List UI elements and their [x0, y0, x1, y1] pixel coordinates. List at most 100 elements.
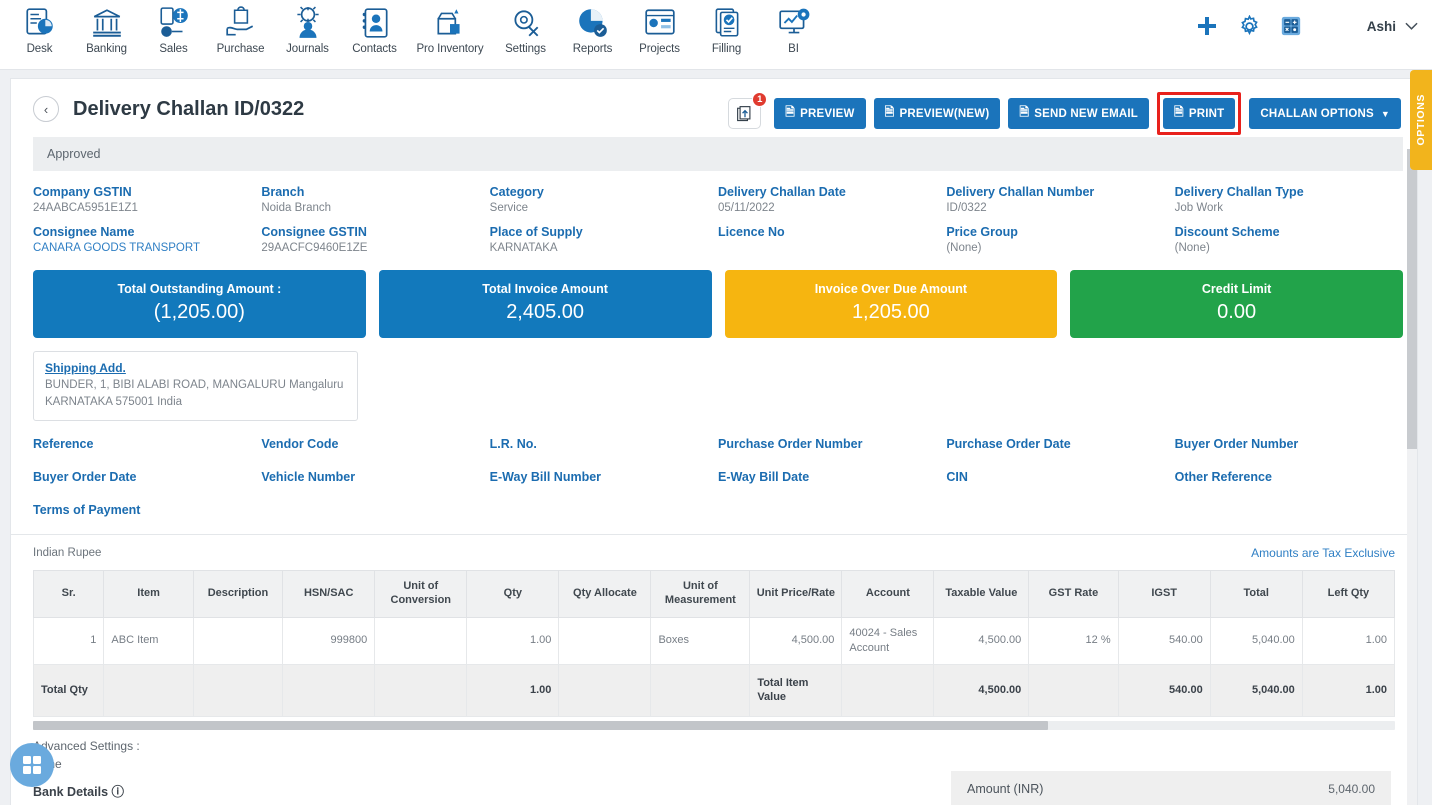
table-row: 1 ABC Item 999800 1.00 Boxes 4,500.00 40… [32, 616, 1396, 665]
col-left-qty[interactable]: Left Qty [1301, 570, 1396, 618]
nav-item-sales[interactable]: Sales [140, 4, 207, 55]
col-qty-allocate[interactable]: Qty Allocate [558, 570, 652, 618]
field-eway-bill-date: E-Way Bill Date [717, 470, 810, 485]
field-vehicle-number: Vehicle Number [261, 470, 356, 485]
col-unit-price-rate[interactable]: Unit Price/Rate [749, 570, 843, 618]
cell-unit-of-conversion [374, 616, 468, 665]
field-label: Discount Scheme [1174, 225, 1280, 239]
info-icon[interactable]: ⓘ [112, 785, 125, 799]
field-label: Delivery Challan Date [717, 185, 846, 199]
reference-fields-grid: Reference Vendor Code L.R. No. Purchase … [11, 421, 1417, 517]
challan-options-button[interactable]: CHALLAN OPTIONS ▼ [1249, 98, 1401, 129]
card-value: 2,405.00 [506, 301, 585, 323]
attachment-button[interactable]: 1 [728, 92, 768, 129]
col-unit-of-measurement[interactable]: Unit of Measurement [650, 570, 751, 618]
page-vertical-scrollbar[interactable] [1407, 149, 1417, 805]
card-total-outstanding-amount: Total Outstanding Amount : (1,205.00) [33, 270, 366, 338]
nav-item-journals[interactable]: Journals [274, 4, 341, 55]
caret-down-icon: ▼ [1380, 108, 1390, 119]
back-button[interactable]: ‹ [33, 96, 59, 122]
inventory-icon [437, 9, 460, 35]
col-igst[interactable]: IGST [1117, 570, 1211, 618]
card-total-invoice-amount: Total Invoice Amount 2,405.00 [378, 270, 712, 338]
nav-items: Desk Banking Sales Purchase Journals Con… [0, 0, 827, 55]
nav-item-filling[interactable]: Filling [693, 4, 760, 55]
gear-icon[interactable] [1238, 14, 1261, 38]
page-title: Delivery Challan ID/0322 [73, 97, 305, 120]
user-name: Ashi [1366, 18, 1396, 34]
col-description[interactable]: Description [192, 570, 284, 618]
bi-icon [778, 8, 809, 34]
col-gst-rate[interactable]: GST Rate [1028, 570, 1119, 618]
cell-left-qty: 1.00 [1301, 616, 1396, 665]
nav-label: Purchase [216, 43, 265, 55]
field-value: ID/0322 [946, 202, 987, 214]
scrollbar-thumb[interactable] [1407, 149, 1417, 449]
purchase-icon [225, 6, 253, 36]
bank-details-text: Bank Details [33, 785, 109, 800]
preview-button[interactable]: 🗎 PREVIEW [774, 98, 866, 129]
field-value[interactable]: CANARA GOODS TRANSPORT [33, 242, 261, 254]
cell-sr: 1 [32, 616, 105, 665]
col-account[interactable]: Account [841, 570, 935, 618]
col-qty[interactable]: Qty [466, 570, 560, 618]
bank-icon [92, 9, 121, 37]
nav-item-settings[interactable]: Settings [492, 4, 559, 55]
field-label: Price Group [946, 225, 1018, 239]
nav-label: Settings [505, 43, 546, 55]
total-gst-rate [1028, 663, 1119, 718]
nav-label: Sales [159, 43, 188, 55]
field-buyer-order-date: Buyer Order Date [33, 470, 137, 485]
nav-label: BI [788, 43, 799, 55]
settings-icon [513, 10, 538, 37]
options-side-tab[interactable]: OPTIONS [1410, 70, 1432, 170]
pdf-icon: 🗎 [1019, 105, 1030, 119]
tax-exclusive-note[interactable]: Amounts are Tax Exclusive [1251, 546, 1395, 560]
col-unit-of-conversion[interactable]: Unit of Conversion [374, 570, 468, 618]
cell-unit-of-measurement: Boxes [650, 616, 751, 665]
grid-icon [23, 756, 41, 774]
col-taxable-value[interactable]: Taxable Value [933, 570, 1030, 618]
plus-icon[interactable] [1195, 14, 1219, 38]
advanced-settings-label: Advanced Settings : [33, 739, 140, 754]
col-total[interactable]: Total [1209, 570, 1303, 618]
nav-item-bi[interactable]: BI [760, 4, 827, 55]
journals-icon [296, 6, 319, 38]
nav-item-projects[interactable]: Projects [626, 4, 693, 55]
table-horizontal-scrollbar[interactable] [33, 721, 1395, 731]
items-table: Sr. Item Description HSN/SAC Unit of Con… [32, 570, 1396, 718]
apps-grid-fab[interactable] [10, 743, 54, 787]
nav-item-desk[interactable]: Desk [6, 4, 73, 55]
attachment-badge: 1 [752, 92, 768, 107]
cell-item[interactable]: ABC Item [103, 616, 194, 665]
nav-item-banking[interactable]: Banking [73, 4, 140, 55]
field-purchase-order-number: Purchase Order Number [717, 437, 863, 452]
shipping-address-title[interactable]: Shipping Add. [45, 361, 346, 375]
nav-label: Filling [711, 43, 742, 55]
detail-fields-grid: Company GSTIN 24AABCA5951E1Z1 Branch Noi… [11, 171, 1417, 254]
calculator-icon[interactable] [1280, 15, 1302, 37]
col-hsn-sac[interactable]: HSN/SAC [282, 570, 376, 618]
field-label: Consignee Name [33, 225, 135, 239]
print-button-highlight: 🗎 PRINT [1157, 92, 1242, 135]
send-new-email-button[interactable]: 🗎 SEND NEW EMAIL [1008, 98, 1149, 129]
field-value: Noida Branch [261, 202, 332, 214]
nav-item-reports[interactable]: Reports [559, 4, 626, 55]
nav-item-contacts[interactable]: Contacts [341, 4, 408, 55]
cell-total: 5,040.00 [1209, 616, 1303, 665]
col-item[interactable]: Item [103, 570, 194, 618]
col-sr[interactable]: Sr. [32, 570, 105, 618]
field-delivery-challan-number: Delivery Challan Number ID/0322 [946, 185, 1174, 214]
card-invoice-over-due-amount: Invoice Over Due Amount 1,205.00 [724, 270, 1058, 338]
nav-item-pro-inventory[interactable]: Pro Inventory [408, 4, 492, 55]
shipping-address-line-2: KARNATAKA 575001 India [45, 395, 183, 408]
preview-new-button[interactable]: 🗎 PREVIEW(NEW) [873, 98, 1001, 129]
user-menu[interactable]: Ashi [1367, 19, 1418, 34]
advanced-settings-value: None [33, 757, 1395, 771]
total-unit-of-conversion [374, 663, 468, 718]
print-button[interactable]: 🗎 PRINT [1163, 98, 1236, 129]
shipping-address-line-1: BUNDER, 1, BIBI ALABI ROAD, MANGALURU Ma… [45, 379, 344, 391]
nav-item-purchase[interactable]: Purchase [207, 4, 274, 55]
scrollbar-thumb[interactable] [33, 721, 1048, 731]
field-label: Category [489, 185, 544, 199]
